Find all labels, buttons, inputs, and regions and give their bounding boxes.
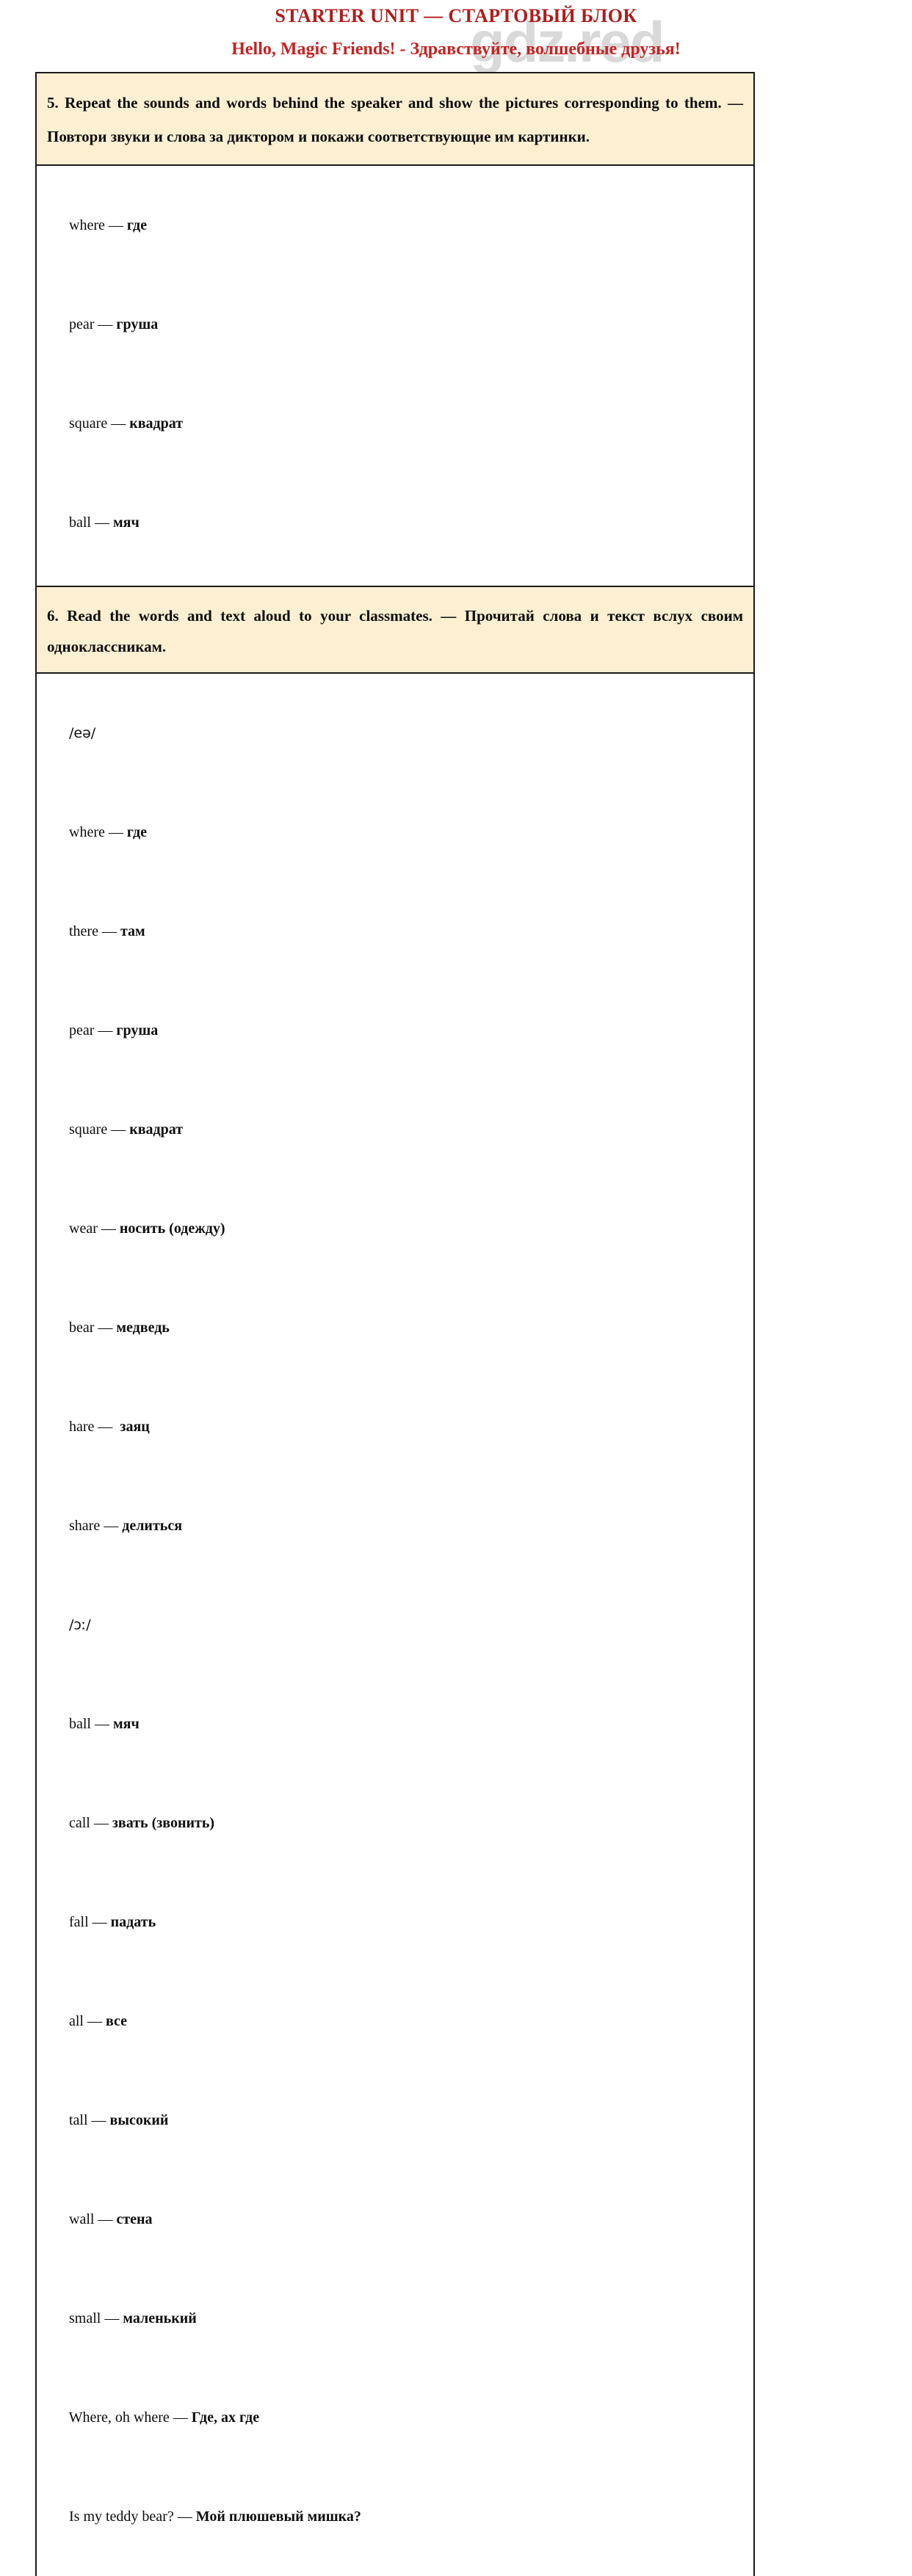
word-english: pear — (69, 316, 117, 332)
word-english: tall — (69, 2111, 110, 2128)
word-english: where — (69, 823, 127, 840)
word-line: all — все (47, 1972, 743, 2071)
rhyme-russian: Мой плюшевый мишка? (195, 2508, 361, 2525)
word-line: small — маленький (47, 2269, 743, 2368)
word-line: wall — стена (47, 2170, 743, 2269)
word-english: ball — (69, 514, 113, 531)
word-line: there — там (47, 882, 743, 981)
word-english: where — (69, 217, 127, 233)
rhyme-line: Is it there, on the wall?— Он там, на ст… (47, 2566, 743, 2576)
word-russian: маленький (123, 2310, 197, 2326)
rhyme-line: Is my teddy bear? — Мой плюшевый мишка? (47, 2467, 743, 2566)
word-english: fall — (69, 1913, 111, 1930)
word-english: wear — (69, 1220, 120, 1237)
word-russian: все (106, 2012, 128, 2029)
exercise-table: 5. Repeat the sounds and words behind th… (35, 72, 755, 2576)
word-russian: груша (116, 1022, 159, 1038)
word-line: hare — заяц (47, 1378, 743, 1477)
word-line: square — квадрат (47, 1080, 743, 1179)
word-english: bear — (69, 1319, 117, 1336)
word-line: pear — груша (47, 275, 743, 374)
word-russian: квадрат (129, 1121, 184, 1138)
word-list-5: where — где pear — груша square — квадра… (37, 166, 753, 587)
word-russian: там (120, 923, 145, 939)
word-english: square — (69, 415, 130, 432)
word-english: wall — (69, 2211, 117, 2227)
task-header-5: 5. Repeat the sounds and words behind th… (37, 73, 753, 166)
word-english: call — (69, 1814, 112, 1831)
word-russian: груша (116, 316, 159, 332)
phonetic-line: /ɔː/ (47, 1576, 743, 1675)
rhyme-line: Where, oh where — Где, ах где (47, 2368, 743, 2467)
rhyme-english: Where, oh where — (68, 2409, 192, 2426)
page-header: STARTER UNIT — СТАРТОВЫЙ БЛОК Hello, Mag… (0, 0, 912, 60)
word-line: share — делиться (47, 1477, 743, 1576)
word-line: call — звать (звонить) (47, 1774, 743, 1873)
word-english: pear — (69, 1022, 117, 1038)
word-english: ball — (69, 1715, 113, 1732)
word-list-6: /eə/ where — где there — там pear — груш… (37, 674, 753, 2576)
word-english: all — (69, 2012, 106, 2029)
word-line: wear — носить (одежду) (47, 1179, 743, 1278)
phonetic-symbol: /eə/ (69, 724, 96, 741)
word-line: bear — медведь (47, 1278, 743, 1378)
rhyme-english: Is my teddy bear? — (69, 2508, 196, 2525)
word-russian: стена (116, 2211, 153, 2227)
word-russian: падать (110, 1913, 156, 1930)
word-english: hare — (69, 1418, 120, 1435)
word-russian: мяч (113, 1715, 140, 1732)
word-russian: квадрат (129, 415, 184, 432)
task-text-5: 5. Repeat the sounds and words behind th… (47, 94, 743, 145)
word-line: square — квадрат (47, 374, 743, 473)
word-english: square — (69, 1121, 130, 1138)
word-line: where — где (47, 176, 743, 275)
word-english: there — (69, 923, 120, 939)
word-line: fall — падать (47, 1873, 743, 1972)
phonetic-symbol: /ɔː/ (69, 1616, 91, 1633)
word-russian: высокий (109, 2111, 169, 2128)
word-line: where — где (47, 783, 743, 882)
word-russian: звать (звонить) (112, 1814, 215, 1831)
word-line: tall — высокий (47, 2071, 743, 2170)
task-text-6: 6. Read the words and text aloud to your… (47, 606, 743, 655)
word-line: pear — груша (47, 981, 743, 1080)
word-line: ball — мяч (47, 473, 743, 572)
page-title: STARTER UNIT — СТАРТОВЫЙ БЛОК (275, 5, 637, 26)
word-line: ball — мяч (47, 1675, 743, 1774)
word-english: small — (69, 2310, 123, 2326)
phonetic-line: /eə/ (47, 684, 743, 783)
word-english: share — (69, 1517, 123, 1534)
word-russian: где (126, 217, 147, 233)
rhyme-russian: Где, ах где (191, 2409, 260, 2426)
word-russian: мяч (113, 514, 140, 531)
word-russian: делиться (122, 1517, 183, 1534)
page-subtitle: Hello, Magic Friends! - Здравствуйте, во… (231, 40, 681, 59)
word-russian: медведь (116, 1319, 170, 1336)
word-russian: где (126, 823, 147, 840)
word-russian: носить (одежду) (119, 1220, 225, 1237)
task-header-6: 6. Read the words and text aloud to your… (37, 586, 753, 674)
word-russian: заяц (120, 1418, 150, 1435)
